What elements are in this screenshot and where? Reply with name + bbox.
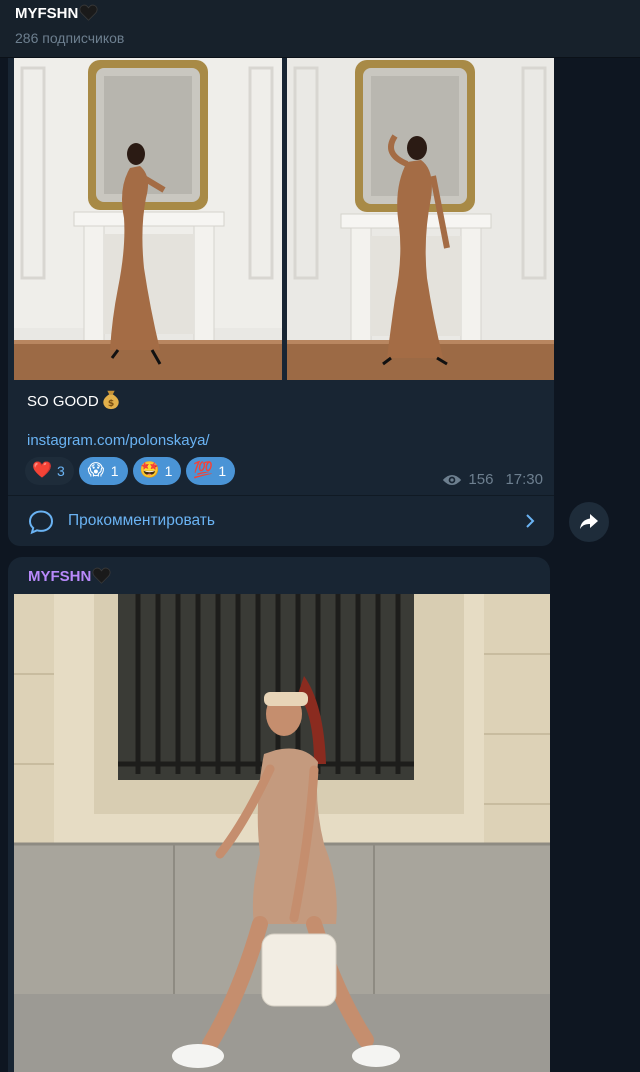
photo-left[interactable] — [14, 58, 282, 380]
message-post-2: MYFSHN — [8, 557, 550, 1072]
hundred-points-icon: 💯 — [193, 462, 214, 479]
photo-post-2[interactable] — [14, 594, 550, 1072]
red-heart-icon: ❤️ — [32, 462, 52, 479]
caption-text: SO GOOD — [27, 393, 99, 410]
scream-face-icon: 😱 — [87, 462, 105, 479]
reaction-count: 3 — [57, 463, 65, 479]
reaction-count: 1 — [110, 463, 119, 479]
photo-right[interactable] — [287, 58, 554, 380]
post-meta: 156 17:30 — [442, 471, 543, 488]
reaction-star-struck[interactable]: 🤩 1 — [132, 457, 182, 485]
channel-title[interactable]: MYFSHN — [15, 4, 98, 22]
author-name: MYFSHN — [28, 568, 92, 585]
svg-text:$: $ — [108, 398, 114, 409]
share-button[interactable] — [569, 502, 609, 542]
chat-header[interactable]: MYFSHN 286 подписчиков — [0, 0, 640, 58]
comment-bubble-icon — [28, 510, 54, 535]
reaction-count: 1 — [218, 463, 227, 479]
reaction-count: 1 — [164, 463, 173, 479]
view-count: 156 — [468, 471, 494, 488]
comment-button[interactable]: Прокомментировать — [8, 496, 554, 546]
chevron-right-icon — [526, 514, 535, 528]
comment-label: Прокомментировать — [68, 512, 215, 529]
share-arrow-icon — [580, 514, 598, 529]
instagram-link[interactable]: instagram.com/polonskaya/ — [27, 432, 210, 449]
message-post-1: SO GOOD $ instagram.com/polonskaya/ ❤️ 3 … — [8, 40, 554, 546]
reaction-scream[interactable]: 😱 1 — [78, 457, 128, 485]
reaction-hundred[interactable]: 💯 1 — [186, 457, 236, 485]
reaction-heart[interactable]: ❤️ 3 — [25, 457, 74, 485]
reaction-bar: ❤️ 3 😱 1 🤩 1 💯 1 — [25, 457, 236, 485]
subscriber-count: 286 подписчиков — [15, 30, 125, 46]
star-struck-icon: 🤩 — [139, 462, 160, 479]
channel-name: MYFSHN — [15, 5, 79, 22]
eye-icon — [443, 474, 462, 485]
black-heart-icon — [79, 4, 98, 21]
post-time: 17:30 — [505, 471, 543, 488]
money-bag-icon: $ — [102, 390, 119, 410]
post-caption: SO GOOD $ — [27, 388, 122, 410]
post-author[interactable]: MYFSHN — [28, 567, 111, 585]
black-heart-icon — [92, 567, 111, 584]
